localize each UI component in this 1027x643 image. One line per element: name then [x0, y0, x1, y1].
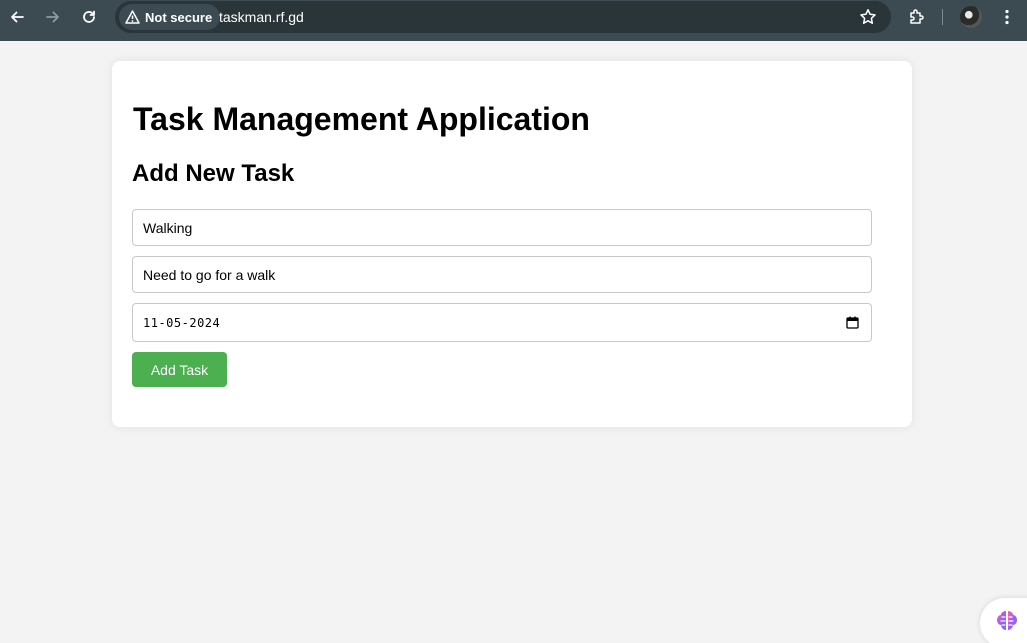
add-task-button[interactable]: Add Task	[132, 352, 227, 387]
section-title: Add New Task	[132, 160, 295, 187]
task-description-value: Need to go for a walk	[143, 266, 276, 283]
security-chip[interactable]: Not secure	[119, 4, 221, 30]
browser-menu-button[interactable]	[998, 6, 1016, 28]
page-title: Task Management Application	[133, 101, 590, 137]
puzzle-icon	[910, 9, 924, 24]
task-date-value: 11-05-2024	[143, 315, 221, 330]
browser-toolbar: Not secure taskman.rf.gd	[0, 0, 1027, 41]
url-text: taskman.rf.gd	[219, 9, 304, 25]
task-title-value: Walking	[143, 219, 193, 236]
assistant-widget[interactable]	[980, 598, 1027, 643]
toolbar-divider	[942, 9, 943, 25]
task-form-card: Task Management Application Add New Task…	[112, 61, 912, 427]
arrow-right-icon	[46, 11, 59, 23]
arrow-left-icon	[11, 11, 24, 23]
extensions-button[interactable]	[905, 6, 929, 28]
kebab-menu-icon	[1005, 9, 1009, 25]
task-date-input[interactable]: 11-05-2024	[132, 303, 872, 342]
address-bar[interactable]: Not secure taskman.rf.gd	[115, 1, 891, 33]
calendar-icon[interactable]	[846, 316, 859, 329]
forward-button[interactable]	[39, 6, 67, 28]
back-button[interactable]	[3, 6, 31, 28]
task-title-input[interactable]: Walking	[132, 209, 872, 246]
star-icon	[860, 9, 876, 24]
reload-button[interactable]	[75, 6, 103, 28]
brain-icon	[997, 611, 1017, 630]
security-label: Not secure	[145, 9, 213, 25]
warning-icon	[125, 10, 140, 24]
reload-icon	[83, 10, 95, 23]
task-description-input[interactable]: Need to go for a walk	[132, 256, 872, 293]
bookmark-button[interactable]	[859, 8, 877, 31]
profile-avatar[interactable]	[960, 6, 982, 28]
